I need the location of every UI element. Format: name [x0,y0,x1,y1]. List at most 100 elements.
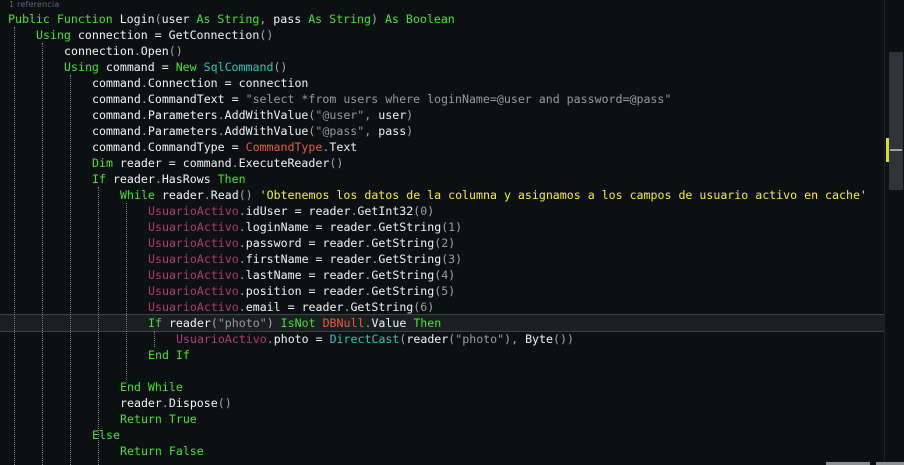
code-token: () [273,60,288,74]
code-token: End If [148,348,190,362]
code-token: , [259,12,274,26]
code-token: Return False [120,444,204,458]
code-text: While reader.Read() 'Obtenemos los datos… [120,187,867,203]
code-token: position = reader [245,284,365,298]
code-token: CommandType [245,140,323,154]
code-token: Using [64,60,106,74]
code-token: connection = GetConnection [77,28,260,42]
code-token: Login [119,12,155,26]
code-token: Open [140,44,169,58]
code-token: GetInt32 [357,204,414,218]
code-text: Return False [120,443,204,459]
code-token: ()) [553,332,574,346]
code-token: Public Function [8,12,120,26]
code-line[interactable]: UsuarioActivo.position = reader.GetStrin… [0,283,884,299]
code-token: UsuarioActivo [148,220,239,234]
indent-guide [70,75,71,465]
code-text: Using connection = GetConnection() [36,27,273,43]
code-line[interactable]: UsuarioActivo.photo = DirectCast(reader(… [0,331,884,347]
code-token: GetString [350,300,414,314]
code-line[interactable]: UsuarioActivo.lastName = reader.GetStrin… [0,267,884,283]
code-text: If reader("photo") IsNot DBNull.Value Th… [148,315,441,331]
code-token: command [92,108,141,122]
code-token: "@user" [315,108,365,122]
code-text: Return True [120,411,197,427]
code-token: AddWithValue [224,124,309,138]
code-token: loginName = reader [245,220,372,234]
code-token: End While [120,380,183,394]
code-line[interactable]: While reader.Read() 'Obtenemos los datos… [0,187,884,203]
code-token: UsuarioActivo [148,204,239,218]
code-token: UsuarioActivo [148,284,239,298]
code-token: Then [413,316,442,330]
code-token: . [238,252,246,266]
code-token: user [378,108,407,122]
code-token: DBNull [322,316,365,330]
code-line[interactable]: Dim reader = command.ExecuteReader() [0,155,884,171]
scrollbar-change-marker [886,138,889,162]
code-line[interactable]: UsuarioActivo.password = reader.GetStrin… [0,235,884,251]
code-token: ), [504,332,526,346]
code-text: command.CommandType = CommandType.Text [92,139,357,155]
code-token: Dim [92,156,120,170]
code-token: Using [36,28,78,42]
code-line[interactable]: Using connection = GetConnection() [0,27,884,43]
code-token: GetString [378,220,442,234]
code-token: ) [266,316,281,330]
code-text: UsuarioActivo.password = reader.GetStrin… [148,235,455,251]
code-token: . [238,284,246,298]
code-line[interactable]: UsuarioActivo.email = reader.GetString(6… [0,299,884,315]
code-line[interactable]: End If [0,347,884,363]
code-line[interactable]: command.CommandType = CommandType.Text [0,139,884,155]
code-line[interactable]: End While [0,379,884,395]
code-token: Dispose [168,396,218,410]
code-editor[interactable]: 1 referencia Public Function Login(user … [0,0,884,465]
code-token: reader [112,172,155,186]
code-line[interactable] [0,363,884,379]
code-line[interactable]: If reader.HasRows Then [0,171,884,187]
code-token: As String [196,12,260,26]
code-line[interactable]: UsuarioActivo.firstName = reader.GetStri… [0,251,884,267]
code-text: UsuarioActivo.lastName = reader.GetStrin… [148,267,455,283]
code-token: "select *from users where loginName=@use… [245,92,672,106]
code-line[interactable]: Return False [0,443,884,459]
codelens-references[interactable]: 1 referencia [9,0,59,10]
code-text: UsuarioActivo.photo = DirectCast(reader(… [176,331,574,347]
code-token: Return True [120,412,197,426]
code-line[interactable]: command.CommandText = "select *from user… [0,91,884,107]
code-line[interactable]: UsuarioActivo.loginName = reader.GetStri… [0,219,884,235]
code-token: If [92,172,113,186]
code-line[interactable]: reader.Dispose() [0,395,884,411]
code-token: ) [371,12,385,26]
code-token: reader [406,332,449,346]
code-line[interactable]: Public Function Login(user As String, pa… [0,11,884,27]
code-token: . [231,156,239,170]
code-line[interactable]: command.Connection = connection [0,75,884,91]
code-line[interactable]: If reader("photo") IsNot DBNull.Value Th… [0,314,884,332]
code-text: command.Connection = connection [92,75,308,91]
code-line[interactable]: Using command = New SqlCommand() [0,59,884,75]
code-line[interactable]: Else [0,427,884,443]
code-token: SqlCommand [203,60,274,74]
code-text: End While [120,379,183,395]
code-token: Connection = connection [147,76,309,90]
code-text: command.CommandText = "select *from user… [92,91,671,107]
code-token: GetString [378,252,442,266]
scrollbar-thumb[interactable] [889,52,903,190]
code-line[interactable]: command.Parameters.AddWithValue("@user",… [0,107,884,123]
code-token: HasRows [161,172,218,186]
code-token: . [217,108,225,122]
code-token: . [238,236,246,250]
code-line[interactable]: command.Parameters.AddWithValue("@pass",… [0,123,884,139]
code-line[interactable]: connection.Open() [0,43,884,59]
code-token: . [238,300,246,314]
code-token: UsuarioActivo [148,268,239,282]
vertical-scrollbar[interactable] [884,0,904,465]
code-token: "photo" [217,316,267,330]
code-line[interactable]: Return True [0,411,884,427]
code-line[interactable]: UsuarioActivo.idUser = reader.GetInt32(0… [0,203,884,219]
code-token: reader [120,396,162,410]
code-token: () [217,396,232,410]
code-token: () [238,188,260,202]
code-token: UsuarioActivo [176,332,267,346]
